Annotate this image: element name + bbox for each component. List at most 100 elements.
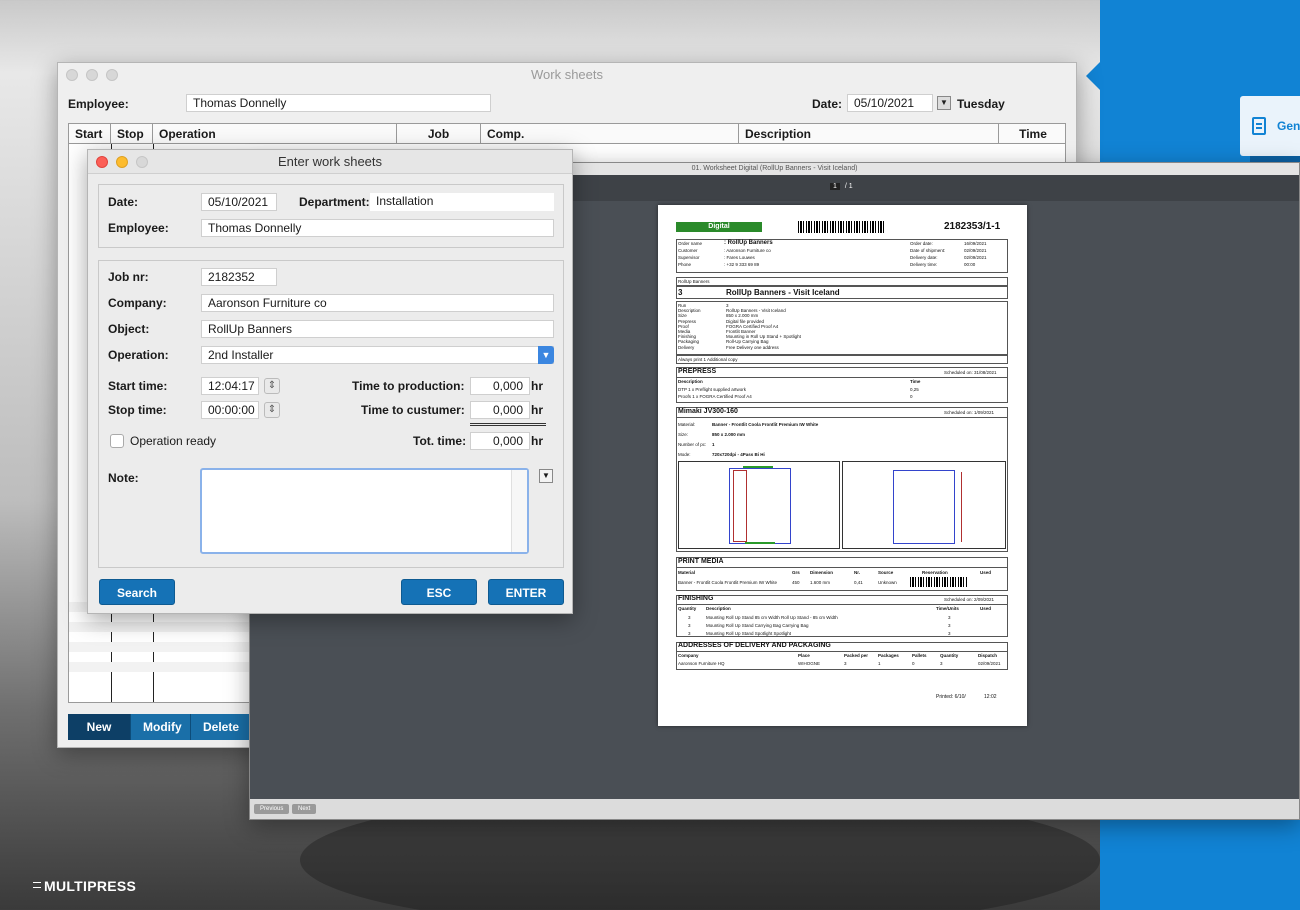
department-label: Department: bbox=[299, 195, 370, 209]
info-right-2-v: 02/09/2021 bbox=[964, 255, 987, 260]
printed-time: 12:02 bbox=[984, 694, 997, 700]
esc-button[interactable]: ESC bbox=[401, 579, 477, 605]
start-time-stepper-icon[interactable]: ⇕ bbox=[264, 378, 280, 394]
dialog-titlebar: Enter work sheets bbox=[88, 150, 572, 174]
info-left-0-v: : RollUp Banners bbox=[724, 240, 773, 246]
dialog-minimize-icon[interactable] bbox=[116, 156, 128, 168]
minimize-icon[interactable] bbox=[86, 69, 98, 81]
job-field[interactable]: 2182352 bbox=[201, 268, 277, 286]
machine-title: Mimaki JV300-160 bbox=[678, 408, 738, 415]
stop-time-field[interactable]: 00:00:00 bbox=[201, 401, 259, 419]
next-button[interactable]: Next bbox=[292, 804, 317, 814]
finishing-title: FINISHING bbox=[678, 595, 714, 602]
info-right-3-v: 00:00 bbox=[964, 262, 976, 267]
printed-date: Printed: 6/10/ bbox=[936, 694, 966, 700]
info-right-1-k: Date of shipment: bbox=[910, 248, 946, 253]
doc-number: 2182353/1-1 bbox=[944, 221, 1001, 232]
col-stop[interactable]: Stop bbox=[111, 124, 153, 144]
col-start[interactable]: Start bbox=[69, 124, 111, 144]
machine-sched: Scheduled on: 1/09/2021 bbox=[944, 410, 995, 415]
barcode-icon bbox=[798, 221, 886, 233]
note-textarea[interactable] bbox=[200, 468, 529, 554]
prepress-sched: Scheduled on: 31/08/2021 bbox=[944, 370, 997, 375]
operation-select[interactable]: 2nd Installer ▼ bbox=[201, 346, 554, 364]
address-title: ADDRESSES OF DELIVERY AND PACKAGING bbox=[678, 642, 831, 649]
search-button[interactable]: Search bbox=[99, 579, 175, 605]
close-icon[interactable] bbox=[66, 69, 78, 81]
info-left-2-k: Supervisor bbox=[678, 255, 700, 260]
dialog-zoom-icon[interactable] bbox=[136, 156, 148, 168]
info-right-0-k: Order date: bbox=[910, 241, 933, 246]
operation-ready-label: Operation ready bbox=[130, 434, 217, 448]
start-time-label: Start time: bbox=[108, 379, 168, 393]
chevron-down-icon[interactable]: ▼ bbox=[538, 346, 554, 364]
prepress-title: PREPRESS bbox=[678, 368, 717, 375]
note-line: Always print 1 Additional copy bbox=[678, 357, 738, 362]
dialog-title: Enter work sheets bbox=[277, 154, 383, 169]
side-card-label: Gene bbox=[1277, 119, 1300, 133]
operation-value: 2nd Installer bbox=[208, 348, 274, 362]
spec-list: Run 3 Description RollUp Banners - Visit I… bbox=[678, 303, 801, 350]
media-title: PRINT MEDIA bbox=[678, 558, 724, 565]
info-right-0-v: 16/09/2021 bbox=[964, 241, 987, 246]
operation-ready-checkbox[interactable] bbox=[110, 434, 124, 448]
info-right-2-k: Delivery date: bbox=[910, 255, 938, 260]
info-left-1-k: Customer bbox=[678, 248, 698, 253]
info-left-3-k: Phone bbox=[678, 262, 692, 267]
product-qty: 3 bbox=[678, 288, 683, 297]
delete-button[interactable]: Delete bbox=[191, 714, 251, 740]
time-to-customer-field[interactable]: 0,000 bbox=[470, 401, 530, 419]
table-header: Start Stop Operation Job Comp. Descripti… bbox=[69, 124, 1065, 144]
side-card[interactable]: Gene bbox=[1240, 96, 1300, 156]
info-left-3-v: : +32 9 333 69 89 bbox=[724, 262, 760, 267]
new-button[interactable]: New bbox=[68, 714, 131, 740]
worksheets-titlebar: Work sheets bbox=[58, 63, 1076, 87]
object-field[interactable]: RollUp Banners bbox=[201, 320, 554, 338]
date-label: Date: bbox=[108, 195, 139, 209]
dialog-close-icon[interactable] bbox=[96, 156, 108, 168]
previous-button[interactable]: Previous bbox=[254, 804, 290, 814]
note-label: Note: bbox=[108, 471, 139, 485]
product-title: RollUp Banners - Visit Iceland bbox=[726, 288, 840, 297]
col-comp[interactable]: Comp. bbox=[481, 124, 739, 144]
product-header: RollUp Banners bbox=[678, 279, 710, 284]
finishing-sched: Scheduled on: 2/09/2021 bbox=[944, 597, 995, 602]
worksheets-actions: New Modify Delete bbox=[68, 714, 251, 740]
info-left-0-k: Order name bbox=[678, 241, 703, 246]
modify-button[interactable]: Modify bbox=[131, 714, 191, 740]
department-field[interactable]: Installation bbox=[370, 193, 554, 211]
date-dropdown-icon[interactable]: ▼ bbox=[937, 96, 951, 110]
date-field[interactable]: 05/10/2021 bbox=[847, 94, 933, 112]
enter-button[interactable]: ENTER bbox=[488, 579, 564, 605]
note-scrollbar[interactable] bbox=[511, 470, 527, 552]
info-right-1-v: 02/09/2021 bbox=[964, 248, 987, 253]
worksheets-title: Work sheets bbox=[530, 67, 603, 82]
total-divider bbox=[470, 423, 546, 426]
company-field[interactable]: Aaronson Furniture co bbox=[201, 294, 554, 312]
page-number-field[interactable]: 1 bbox=[830, 183, 840, 190]
total-time-field[interactable]: 0,000 bbox=[470, 432, 530, 450]
zoom-icon[interactable] bbox=[106, 69, 118, 81]
date-label: Date: bbox=[812, 97, 843, 111]
dialog-date-field[interactable]: 05/10/2021 bbox=[201, 193, 277, 211]
company-label: Company: bbox=[108, 296, 167, 310]
dialog-employee-field[interactable]: Thomas Donnelly bbox=[201, 219, 554, 237]
layout-diagram-left bbox=[678, 461, 840, 549]
col-description[interactable]: Description bbox=[739, 124, 999, 144]
stop-time-label: Stop time: bbox=[108, 403, 167, 417]
weekday-label: Tuesday bbox=[957, 97, 1005, 111]
time-to-production-field[interactable]: 0,000 bbox=[470, 377, 530, 395]
job-label: Job nr: bbox=[108, 270, 149, 284]
stop-time-stepper-icon[interactable]: ⇕ bbox=[264, 402, 280, 418]
ttc-unit: hr bbox=[531, 403, 543, 417]
start-time-field[interactable]: 12:04:17 bbox=[201, 377, 259, 395]
layout-diagram-right bbox=[842, 461, 1006, 549]
reservation-barcode-icon bbox=[910, 577, 968, 587]
employee-label: Employee: bbox=[68, 97, 129, 111]
col-operation[interactable]: Operation bbox=[153, 124, 397, 144]
note-dropdown-icon[interactable]: ▼ bbox=[539, 469, 553, 483]
col-job[interactable]: Job bbox=[397, 124, 481, 144]
employee-field[interactable]: Thomas Donnelly bbox=[186, 94, 491, 112]
col-time[interactable]: Time bbox=[999, 124, 1065, 144]
time-to-customer-label: Time to custumer: bbox=[361, 403, 465, 417]
